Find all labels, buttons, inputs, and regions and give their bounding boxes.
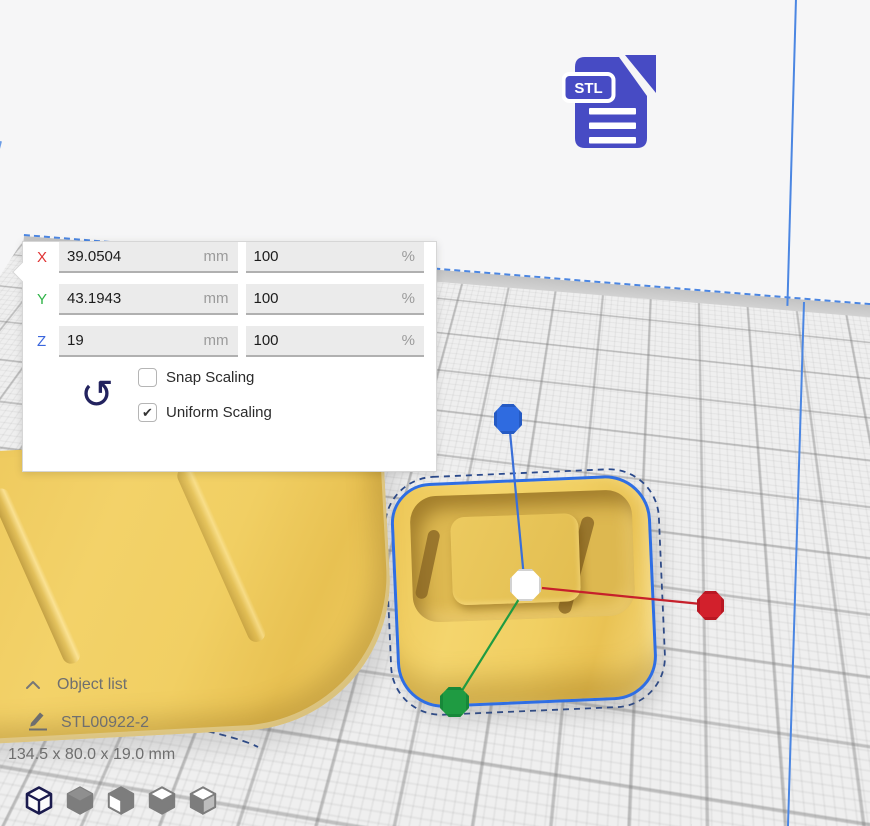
stl-file-icon: STL [562,54,662,160]
stl-doc-line [589,108,636,115]
z-percent-input[interactable] [246,326,425,355]
object-list-item[interactable]: STL00922-2 [26,708,149,732]
y-size-field: mm [59,284,238,315]
y-scale-handle[interactable] [440,687,469,717]
scale-row-z: Z mm % [37,326,424,357]
y-size-input[interactable] [59,284,238,313]
stl-doc-line [589,137,636,144]
reset-icon: ↺ [80,372,114,418]
reset-scale-button[interactable]: ↺ [79,377,115,413]
object-item-name[interactable]: STL00922-2 [61,714,149,732]
object-list-header[interactable]: Object list [24,676,127,694]
stl-doc-line [589,123,636,130]
chevron-up-icon [24,678,42,692]
y-percent-input[interactable] [246,284,425,313]
stl-badge-label: STL [574,80,602,97]
z-scale-handle[interactable] [494,404,522,434]
z-size-input[interactable] [59,326,238,355]
object-list-title: Object list [57,676,127,694]
snap-scaling-option[interactable]: Snap Scaling [138,368,272,387]
z-percent-field: % [246,326,425,357]
model-groove [174,464,268,645]
uniform-scaling-label: Uniform Scaling [166,404,272,421]
scale-row-y: Y mm % [37,284,424,315]
scale-panel-footer: ↺ Snap Scaling ✔ Uniform Scaling [79,368,436,422]
y-axis-label: Y [37,291,59,308]
scale-row-x: X mm % [37,242,424,273]
cube-front-face-view-icon[interactable] [106,785,136,816]
view-mode-bar [24,785,218,816]
x-size-input[interactable] [59,242,238,271]
x-size-field: mm [59,242,238,273]
uniform-scaling-option[interactable]: ✔ Uniform Scaling [138,403,272,422]
x-percent-input[interactable] [246,242,425,271]
checkmark-icon: ✔ [142,405,153,421]
x-percent-field: % [246,242,425,273]
cube-solid-view-icon[interactable] [65,785,95,816]
cura-3d-viewport: X mm % Y mm % Z mm [0,0,870,826]
selected-model-dimensions: 134.5 x 80.0 x 19.0 mm [8,746,175,764]
x-axis-label: X [37,249,59,266]
scale-tool-panel: X mm % Y mm % Z mm [22,241,437,472]
pencil-edit-icon[interactable] [26,708,48,732]
snap-scaling-label: Snap Scaling [166,369,254,386]
scaling-options: Snap Scaling ✔ Uniform Scaling [138,368,272,422]
z-axis-label: Z [37,333,59,350]
uniform-scaling-checkbox[interactable]: ✔ [138,403,157,422]
model-groove [0,486,83,667]
z-size-field: mm [59,326,238,357]
cube-wireframe-view-icon[interactable] [24,785,54,816]
cube-top-face-view-icon[interactable] [147,785,177,816]
snap-scaling-checkbox[interactable] [138,368,157,387]
y-percent-field: % [246,284,425,315]
model-slot [415,529,441,600]
cube-top-right-view-icon[interactable] [188,785,218,816]
center-scale-handle[interactable] [510,569,541,601]
model-recess [409,489,635,623]
